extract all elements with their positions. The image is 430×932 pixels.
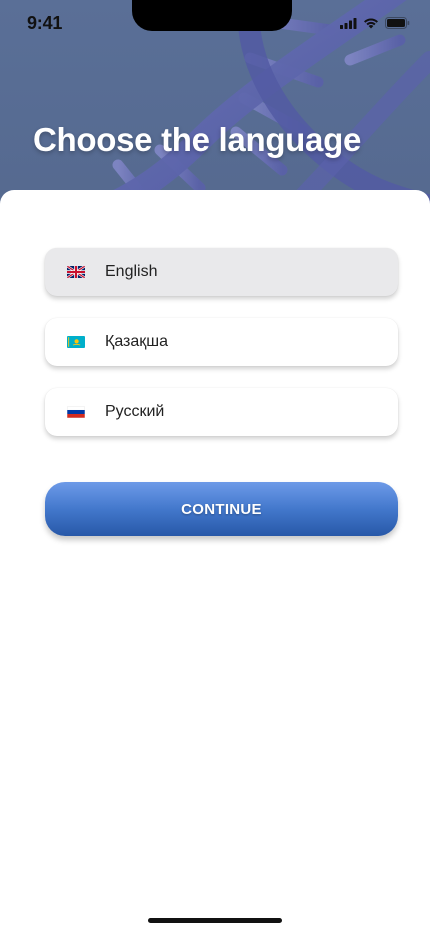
- cellular-signal-icon: [340, 16, 357, 34]
- uk-flag-icon: [67, 266, 85, 278]
- wifi-icon: [363, 16, 379, 34]
- russia-flag-icon: [67, 406, 85, 418]
- hero-header: 9:41 Choose the language: [0, 0, 430, 215]
- continue-button[interactable]: CONTINUE: [45, 482, 398, 536]
- language-label: English: [105, 263, 158, 280]
- status-icons: [340, 16, 410, 34]
- language-option-russian[interactable]: Русский: [45, 388, 398, 436]
- language-sheet: [0, 190, 430, 932]
- page-title: Choose the language: [33, 121, 362, 158]
- language-label: Қазақша: [105, 333, 169, 350]
- language-option-kazakh[interactable]: Қазақша: [45, 318, 398, 366]
- status-bar: 9:41: [0, 0, 430, 48]
- status-time: 9:41: [27, 13, 63, 33]
- home-indicator: [148, 918, 282, 923]
- language-option-english[interactable]: English: [45, 248, 398, 296]
- battery-icon: [385, 16, 410, 34]
- kazakhstan-flag-icon: [67, 336, 85, 348]
- language-label: Русский: [105, 403, 165, 420]
- device-notch: [132, 0, 292, 31]
